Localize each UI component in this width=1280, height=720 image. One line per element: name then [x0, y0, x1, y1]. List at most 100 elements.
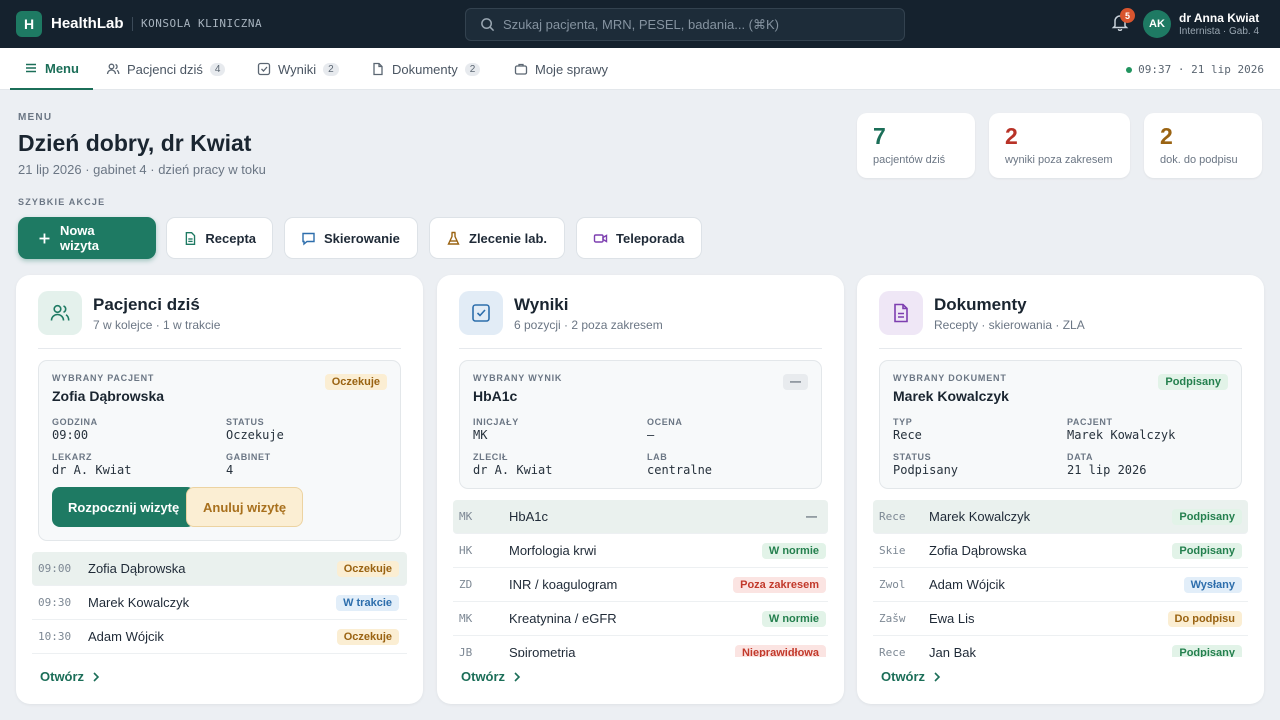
- search-input[interactable]: [503, 9, 893, 40]
- search-box[interactable]: [465, 8, 905, 41]
- flask-icon: [447, 231, 460, 245]
- document-icon: [185, 231, 196, 245]
- list-item[interactable]: MK HbA1c —: [453, 500, 828, 534]
- list-item[interactable]: Rece Marek Kowalczyk Podpisany: [873, 500, 1248, 534]
- notification-badge: 5: [1120, 8, 1135, 23]
- list-item[interactable]: 09:00 Zofia Dąbrowska Oczekuje: [32, 552, 407, 586]
- chevron-right-icon: [93, 671, 100, 682]
- video-icon: [593, 233, 608, 243]
- selected-document-panel: WYBRANY DOKUMENT Marek Kowalczyk Podpisa…: [879, 360, 1242, 489]
- online-dot: [1126, 66, 1133, 73]
- tab-count: 2: [464, 62, 481, 76]
- status-badge: Do podpisu: [1167, 610, 1242, 627]
- divider: [879, 348, 1242, 349]
- row-initials: MK: [459, 612, 473, 625]
- status-badge: W trakcie: [336, 594, 399, 611]
- row-type: Zašw: [879, 612, 906, 625]
- field-label: OCENA: [647, 417, 683, 427]
- button-label: Nowa wizyta: [59, 223, 99, 253]
- field-value: 4: [226, 463, 234, 477]
- user-role: Internista · Gab. 4: [1179, 26, 1260, 37]
- row-type: Rece: [879, 646, 906, 657]
- list-item[interactable]: ZD INR / koagulogram Poza zakresem: [453, 568, 828, 602]
- field-label: PACJENT: [1067, 417, 1113, 427]
- field-label: ZLECIŁ: [473, 452, 509, 462]
- stat-results[interactable]: 2 wyniki poza zakresem: [989, 113, 1130, 178]
- tab-documents[interactable]: Dokumenty 2: [371, 48, 481, 90]
- list-item[interactable]: Zašw Ewa Lis Do podpisu: [873, 602, 1248, 636]
- button-label: Recepta: [205, 230, 256, 246]
- tab-my-cases[interactable]: Moje sprawy: [514, 48, 608, 90]
- list-item[interactable]: Zwol Adam Wójcik Wysłany: [873, 568, 1248, 602]
- row-name: Kreatynina / eGFR: [509, 611, 617, 626]
- button-label: Teleporada: [616, 230, 685, 246]
- checkbox-icon: [257, 62, 271, 76]
- prescription-button[interactable]: Recepta: [166, 217, 273, 259]
- open-link[interactable]: Otwórz: [40, 669, 100, 684]
- page-eyebrow: MENU: [18, 112, 53, 123]
- row-initials: HK: [459, 544, 473, 557]
- row-type: Zwol: [879, 578, 906, 591]
- row-name: Zofia Dąbrowska: [929, 543, 1027, 558]
- list-item[interactable]: 10:30 Adam Wójcik Oczekuje: [32, 620, 407, 654]
- page-title: Dzień dobry, dr Kwiat: [18, 130, 252, 156]
- tab-patients[interactable]: Pacjenci dziś 4: [106, 48, 226, 90]
- logo[interactable]: H: [16, 11, 42, 37]
- card-icon: [879, 291, 923, 335]
- list-item[interactable]: 09:30 Marek Kowalczyk W trakcie: [32, 586, 407, 620]
- card-title: Pacjenci dziś: [93, 295, 200, 314]
- tab-menu[interactable]: Menu: [10, 48, 93, 90]
- card-subtitle: 6 pozycji · 2 poza zakresem: [514, 318, 663, 332]
- stat-label: wyniki poza zakresem: [1005, 154, 1113, 166]
- status-badge: Wysłany: [1183, 576, 1242, 593]
- list-item[interactable]: HK Morfologia krwi W normie: [453, 534, 828, 568]
- panel-eyebrow: WYBRANY DOKUMENT: [893, 373, 1007, 383]
- list-item[interactable]: MK Kreatynina / eGFR W normie: [453, 602, 828, 636]
- link-label: Otwórz: [461, 669, 506, 684]
- status-badge: Oczekuje: [336, 628, 399, 645]
- users-icon: [106, 63, 120, 75]
- field-value: Rece: [893, 428, 922, 442]
- field-value: dr A. Kwiat: [473, 463, 553, 477]
- new-visit-button[interactable]: Nowa wizyta: [18, 217, 156, 259]
- status-badge: —: [806, 510, 817, 523]
- stat-label: dok. do podpisu: [1160, 154, 1238, 166]
- row-name: Adam Wójcik: [88, 629, 164, 644]
- tab-label: Dokumenty: [392, 61, 458, 77]
- field-label: LEKARZ: [52, 452, 93, 462]
- cancel-visit-button[interactable]: Anuluj wizytę: [186, 487, 304, 527]
- document-icon: [373, 62, 383, 76]
- status-badge: Oczekuje: [336, 560, 399, 577]
- row-name: Jan Bąk: [929, 645, 976, 657]
- clock-text: 09:37 · 21 lip 2026: [1138, 63, 1264, 76]
- user-name[interactable]: dr Anna Kwiat: [1179, 11, 1259, 25]
- tab-label: Menu: [45, 60, 79, 76]
- card-subtitle: Recepty · skierowania · ZLA: [934, 318, 1085, 332]
- panel-title: HbA1c: [473, 388, 518, 404]
- status-badge: Podpisany: [1172, 644, 1242, 657]
- list-item[interactable]: JB Spirometria Nieprawidłowa: [453, 636, 828, 657]
- top-bar: H HealthLab KONSOLA KLINICZNA 5 AK dr An…: [0, 0, 1280, 48]
- open-link[interactable]: Otwórz: [881, 669, 941, 684]
- referral-button[interactable]: Skierowanie: [284, 217, 418, 259]
- patients-card: Pacjenci dziś 7 w kolejce · 1 w trakcie …: [16, 275, 423, 704]
- card-icon: [459, 291, 503, 335]
- main-nav: Menu Pacjenci dziś 4 Wyniki 2 Dokumenty …: [0, 48, 1280, 90]
- avatar[interactable]: AK: [1143, 10, 1171, 38]
- teleconsultation-button[interactable]: Teleporada: [576, 217, 702, 259]
- stat-documents[interactable]: 2 dok. do podpisu: [1144, 113, 1262, 178]
- open-link[interactable]: Otwórz: [461, 669, 521, 684]
- tab-results[interactable]: Wyniki 2: [257, 48, 339, 90]
- clock: 09:37 · 21 lip 2026: [1126, 63, 1264, 76]
- status-badge: —: [783, 374, 808, 390]
- stat-patients[interactable]: 7 pacjentów dziś: [857, 113, 975, 178]
- list-item[interactable]: Rece Jan Bąk Podpisany: [873, 636, 1248, 657]
- patient-list: 09:00 Zofia Dąbrowska Oczekuje 09:30 Mar…: [32, 552, 407, 654]
- start-visit-button[interactable]: Rozpocznij wizytę: [52, 487, 196, 527]
- list-item[interactable]: Skie Zofia Dąbrowska Podpisany: [873, 534, 1248, 568]
- row-name: Zofia Dąbrowska: [88, 561, 186, 576]
- brand-name: HealthLab: [51, 15, 124, 32]
- lab-order-button[interactable]: Zlecenie lab.: [429, 217, 565, 259]
- field-label: STATUS: [226, 417, 265, 427]
- status-badge: Podpisany: [1172, 508, 1242, 525]
